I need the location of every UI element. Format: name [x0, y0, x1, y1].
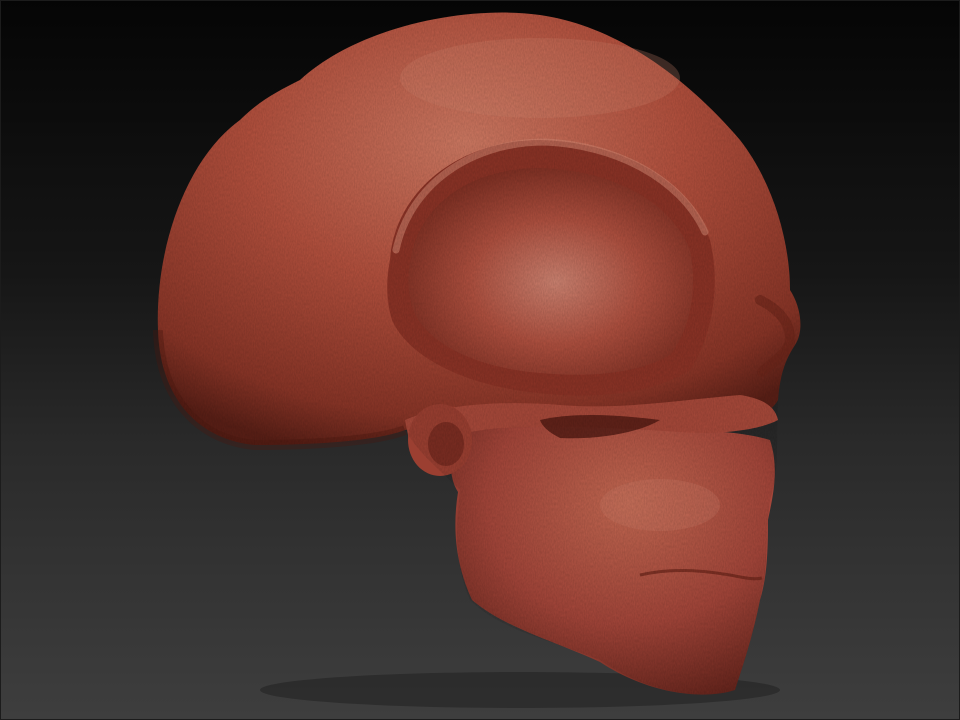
skull-sculpt-model[interactable]	[0, 0, 960, 720]
sculpt-viewport[interactable]	[0, 0, 960, 720]
